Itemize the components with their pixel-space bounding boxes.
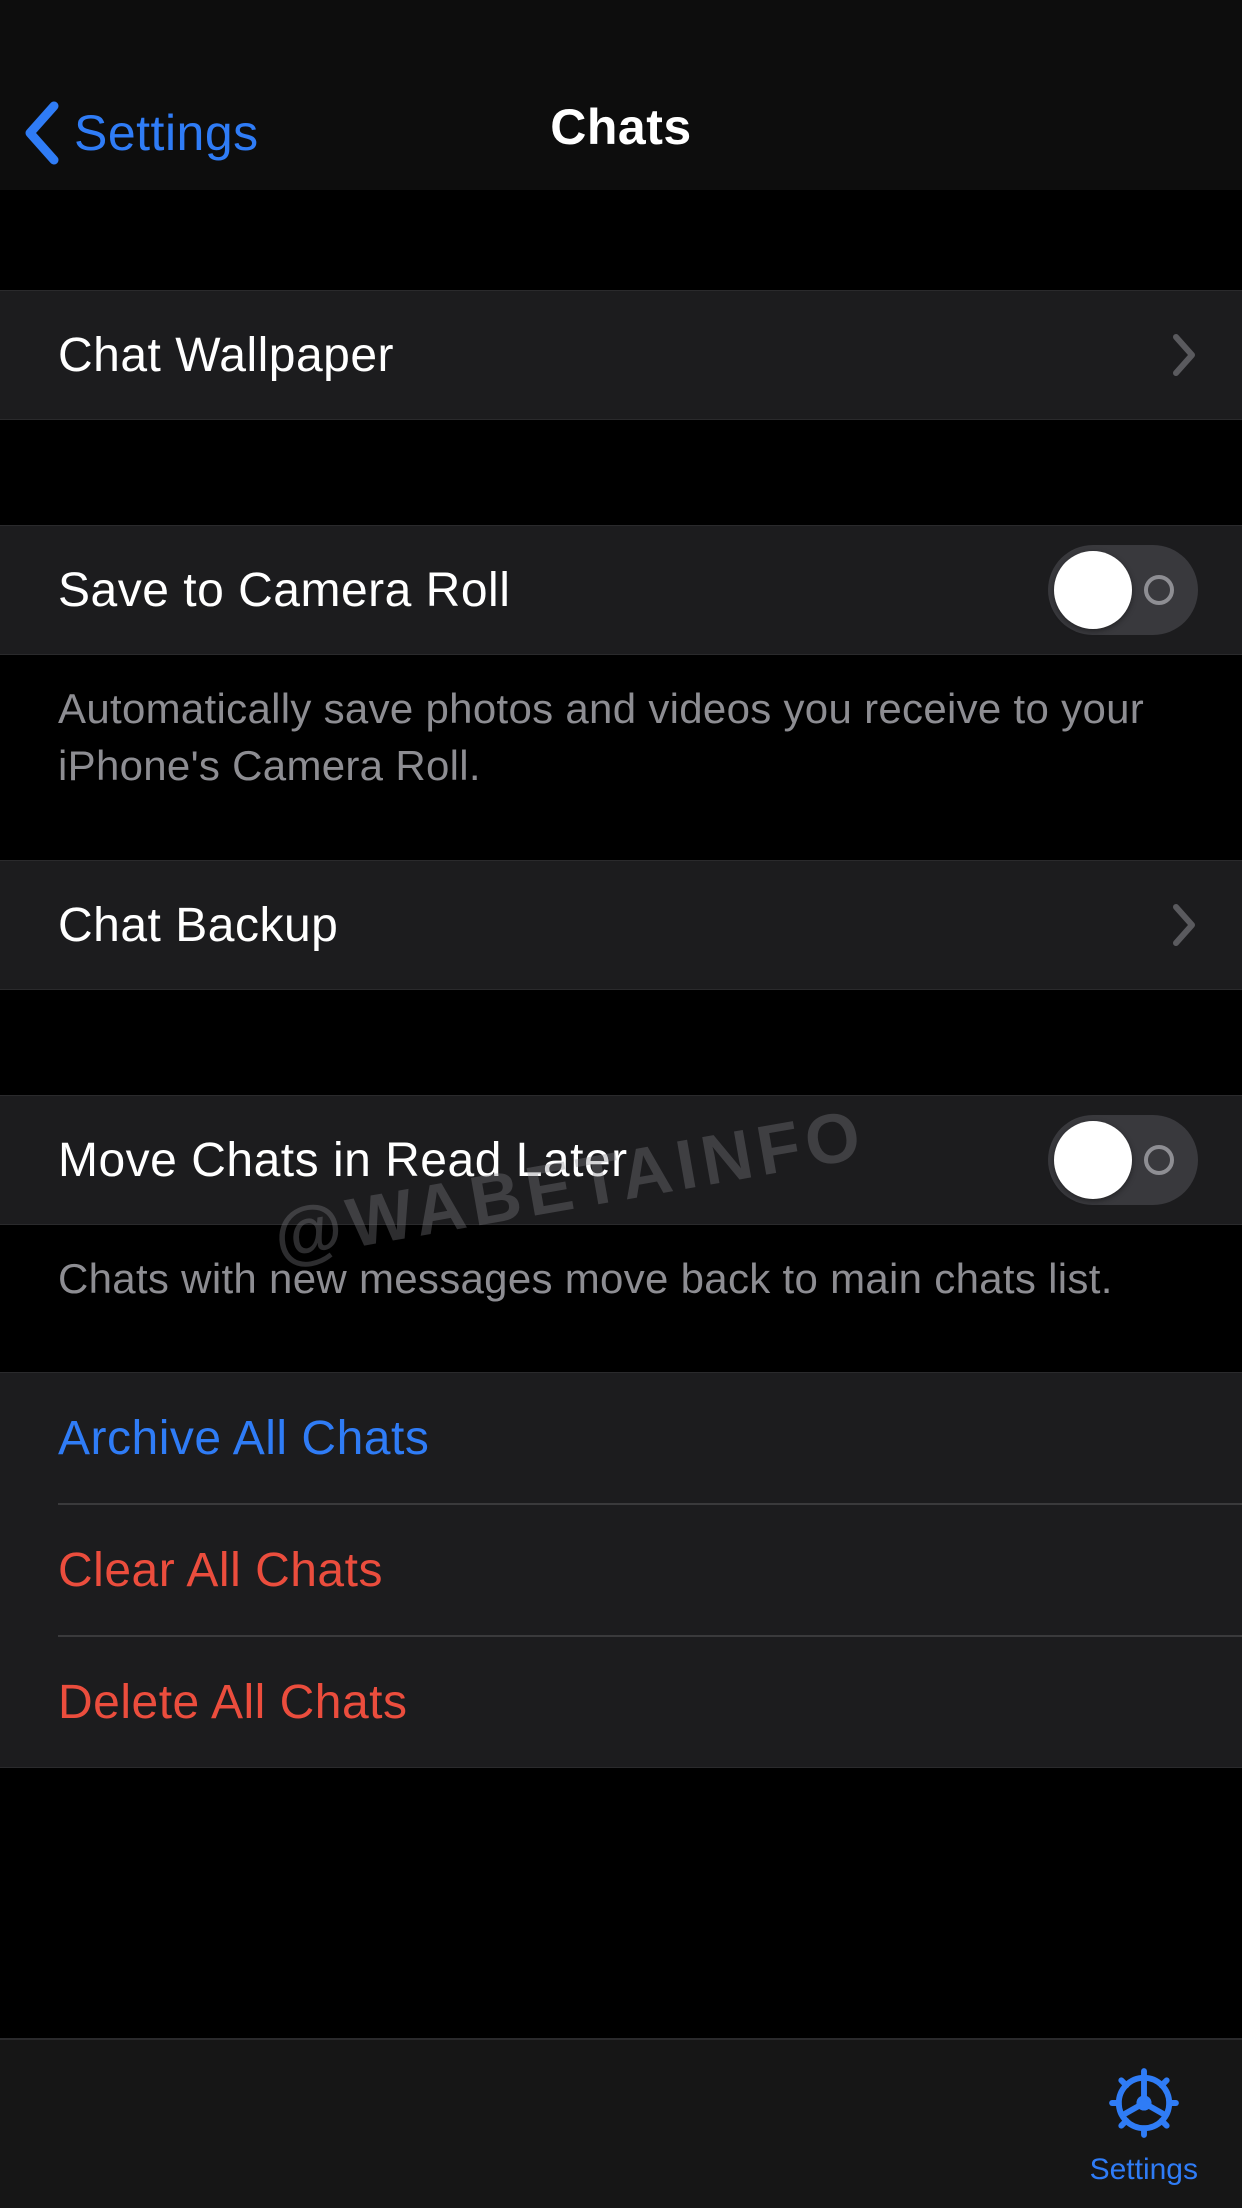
chevron-right-icon	[1170, 333, 1198, 377]
toggle-knob	[1054, 551, 1132, 629]
row-save-camera-roll: Save to Camera Roll	[0, 525, 1242, 655]
row-chat-backup[interactable]: Chat Backup	[0, 860, 1242, 990]
row-read-later: Move Chats in Read Later	[0, 1095, 1242, 1225]
action-clear-all[interactable]: Clear All Chats	[0, 1505, 1242, 1635]
actions-group: Archive All Chats Clear All Chats Delete…	[0, 1372, 1242, 1768]
toggle-off-indicator-icon	[1144, 1145, 1174, 1175]
row-label: Chat Backup	[58, 898, 1150, 953]
gear-icon	[1102, 2061, 1186, 2145]
back-button[interactable]: Settings	[20, 100, 259, 166]
row-chat-wallpaper[interactable]: Chat Wallpaper	[0, 290, 1242, 420]
tab-settings[interactable]: Settings	[1090, 2061, 1198, 2187]
toggle-off-indicator-icon	[1144, 575, 1174, 605]
action-archive-all[interactable]: Archive All Chats	[0, 1373, 1242, 1503]
row-label: Chat Wallpaper	[58, 328, 1150, 383]
tab-label: Settings	[1090, 2153, 1198, 2187]
action-delete-all[interactable]: Delete All Chats	[0, 1637, 1242, 1767]
navigation-bar: Settings Chats	[0, 0, 1242, 190]
chevron-left-icon	[20, 100, 64, 166]
chevron-right-icon	[1170, 903, 1198, 947]
toggle-save-camera-roll[interactable]	[1048, 545, 1198, 635]
row-label: Move Chats in Read Later	[58, 1133, 1048, 1188]
toggle-knob	[1054, 1121, 1132, 1199]
footer-read-later: Chats with new messages move back to mai…	[0, 1225, 1242, 1344]
back-label: Settings	[74, 104, 259, 162]
footer-save-camera-roll: Automatically save photos and videos you…	[0, 655, 1242, 830]
toggle-read-later[interactable]	[1048, 1115, 1198, 1205]
tab-bar: Settings	[0, 2038, 1242, 2208]
row-label: Save to Camera Roll	[58, 563, 1048, 618]
